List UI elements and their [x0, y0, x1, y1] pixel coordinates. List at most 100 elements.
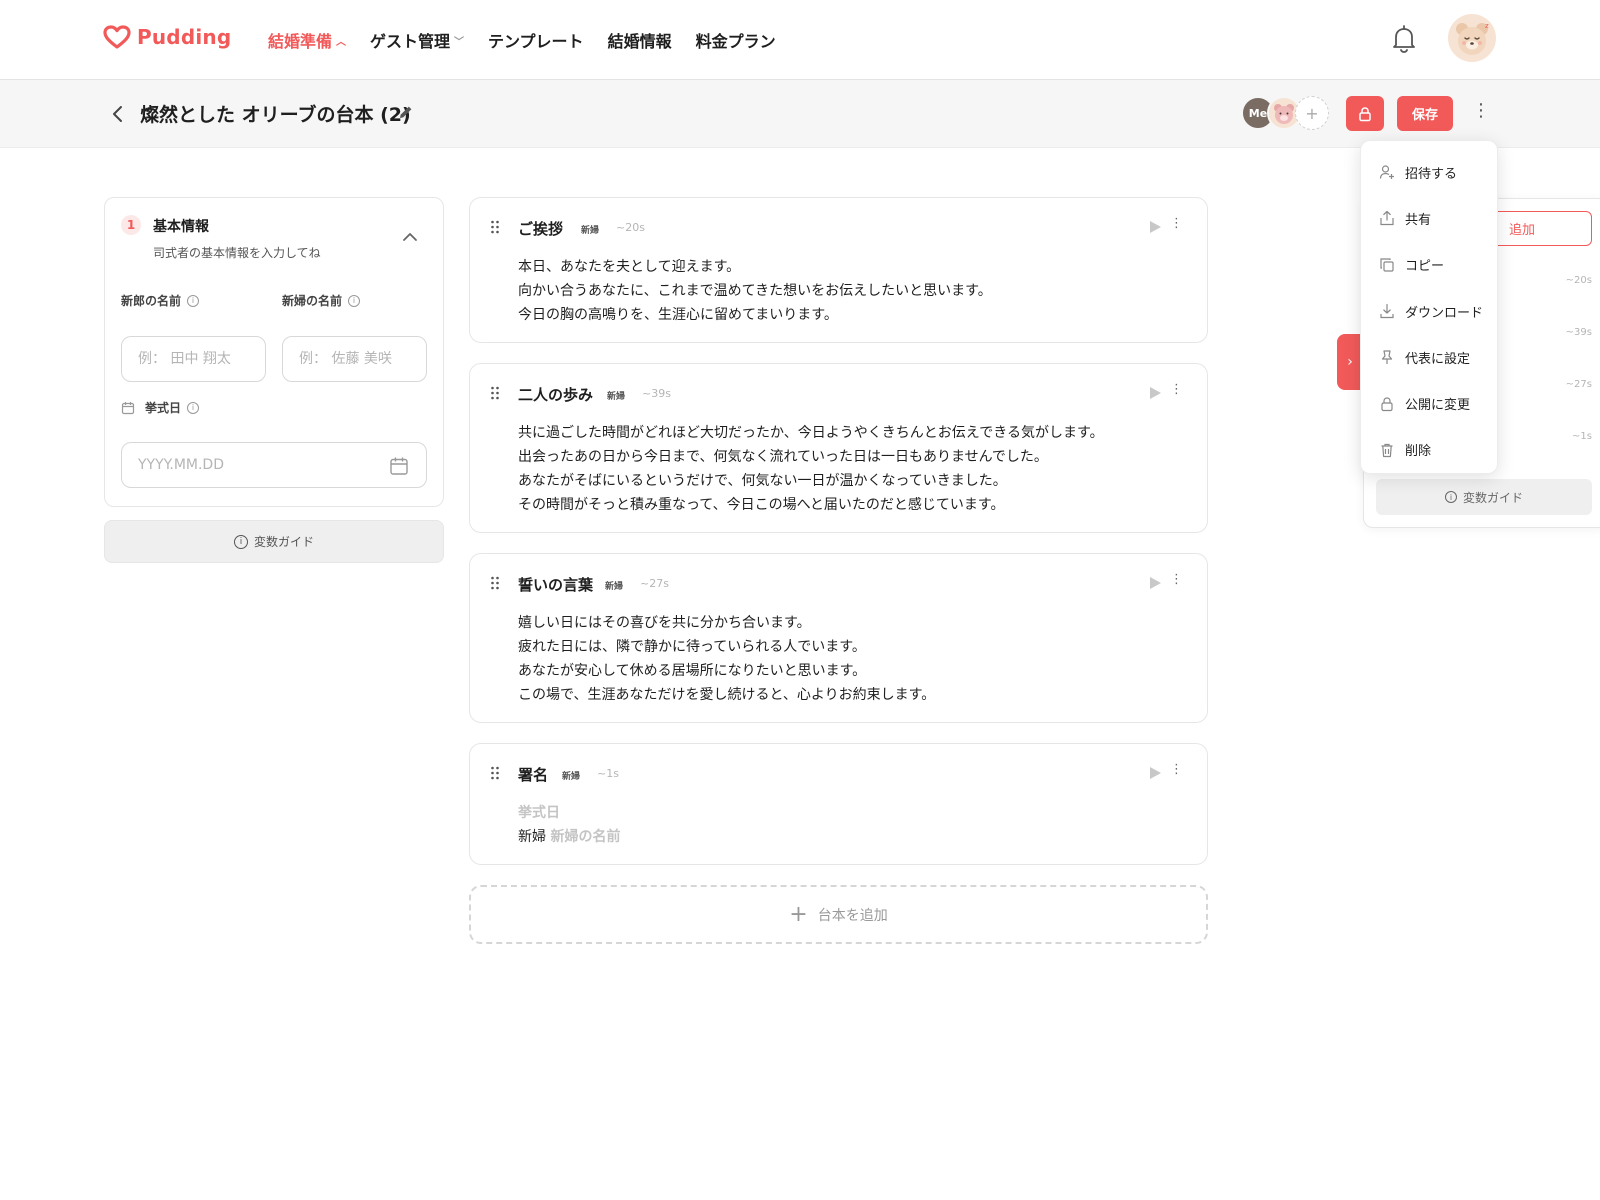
bell-icon[interactable] — [1390, 24, 1418, 54]
more-options-icon[interactable]: ⋮ — [1170, 216, 1183, 236]
menu-item-label: 削除 — [1405, 444, 1432, 460]
nav-item-label: テンプレート — [488, 32, 584, 51]
script-title[interactable]: 署名 — [518, 764, 548, 785]
speaker-tag: 新婦 — [605, 582, 624, 592]
info-icon: i — [233, 534, 248, 549]
variable-guide-label: 変数ガイド — [253, 535, 314, 549]
person-add-icon — [1379, 165, 1394, 180]
duration-label: ~27s — [640, 577, 669, 590]
save-button[interactable]: 保存 — [1397, 96, 1453, 131]
nav-item-wedding-info[interactable]: 結婚情報 — [608, 28, 672, 52]
svg-text:z: z — [1485, 22, 1489, 30]
speaker-tag: 新婦 — [581, 226, 600, 236]
script-body[interactable]: 共に過ごした時間がどれほど大切だったか、今日ようやくきちんとお伝えできる気がしま… — [518, 421, 1104, 517]
script-body[interactable]: 本日、あなたを夫として迎えます。 向かい合うあなたに、これまで温めてきた想いをお… — [518, 255, 992, 327]
calendar-icon[interactable] — [389, 456, 409, 476]
collaborator-list: Me + — [1241, 96, 1329, 130]
script-line: 向かい合うあなたに、これまで温めてきた想いをお伝えしたいと思います。 — [518, 283, 992, 299]
logo-text: Pudding — [137, 25, 232, 49]
chevron-up-icon: ︿ — [336, 36, 347, 48]
pencil-icon[interactable] — [398, 104, 414, 120]
bear-avatar-icon: z — [1456, 22, 1489, 55]
drag-handle-icon[interactable] — [490, 386, 500, 400]
copy-icon — [1380, 258, 1394, 272]
menu-item-delete[interactable]: 削除 — [1361, 427, 1497, 473]
sign-prefix: 新婦 — [518, 829, 546, 845]
add-script-button[interactable]: + 台本を追加 — [469, 885, 1208, 944]
trash-icon — [1381, 443, 1393, 458]
nav-item-wedding-prep[interactable]: 結婚準備 ︿ — [268, 28, 346, 52]
share-icon — [1380, 211, 1394, 226]
script-body[interactable]: 挙式日 新婦 新婦の名前 — [518, 801, 620, 849]
drag-handle-icon[interactable] — [490, 766, 500, 780]
script-body[interactable]: 嬉しい日にはその喜びを共に分かち合います。 疲れた日には、隣で静かに待っていられ… — [518, 611, 935, 707]
script-line: 本日、あなたを夫として迎えます。 — [518, 259, 741, 275]
download-icon — [1380, 303, 1394, 319]
wedding-date-input[interactable] — [121, 442, 427, 488]
menu-item-share[interactable]: 共有 — [1361, 195, 1497, 241]
variable-guide-button[interactable]: i 変数ガイド — [1376, 479, 1592, 515]
script-line: 新婦 新婦の名前 — [518, 825, 620, 849]
lock-icon — [1381, 397, 1393, 411]
lock-button[interactable] — [1346, 96, 1384, 131]
info-icon[interactable]: i — [348, 294, 361, 307]
menu-item-set-representative[interactable]: 代表に設定 — [1361, 334, 1497, 380]
add-collaborator-button[interactable]: + — [1295, 96, 1329, 130]
user-avatar[interactable]: z — [1448, 14, 1496, 62]
menu-item-label: ダウンロード — [1405, 305, 1484, 321]
menu-item-label: コピー — [1405, 259, 1445, 275]
outline-duration: ~20s — [1565, 275, 1592, 286]
menu-item-label: 共有 — [1405, 212, 1432, 228]
play-icon[interactable] — [1148, 386, 1162, 400]
play-icon[interactable] — [1148, 576, 1162, 590]
groom-name-input[interactable] — [121, 336, 266, 382]
more-options-icon[interactable]: ⋮ — [1170, 572, 1183, 592]
collaborator-label: Me — [1248, 106, 1268, 120]
script-card: 誓いの言葉 新婦 ~27s ⋮ 嬉しい日にはその喜びを共に分かち合います。 疲れ… — [469, 553, 1208, 723]
chevron-up-icon[interactable] — [401, 228, 419, 246]
script-line: この場で、生涯あなただけを愛し続けると、心よりお約束します。 — [518, 687, 936, 703]
speaker-tag: 新婦 — [562, 772, 581, 782]
menu-item-invite[interactable]: 招待する — [1361, 149, 1497, 195]
field-label-text: 新郎の名前 — [121, 294, 182, 308]
field-label-text: 挙式日 — [145, 401, 182, 415]
variable-guide-button[interactable]: i 変数ガイド — [104, 520, 444, 563]
play-icon[interactable] — [1148, 766, 1162, 780]
section-title: 基本情報 — [153, 219, 209, 235]
script-line: 嬉しい日にはその喜びを共に分かち合います。 — [518, 615, 811, 631]
drag-handle-icon[interactable] — [490, 220, 500, 234]
info-icon[interactable]: i — [187, 294, 200, 307]
info-icon: i — [1444, 491, 1457, 503]
wedding-date-variable: 挙式日 — [518, 805, 560, 821]
duration-label: ~1s — [597, 767, 619, 780]
chevron-down-icon: ﹀ — [454, 36, 465, 48]
nav-item-pricing[interactable]: 料金プラン — [696, 28, 776, 52]
wedding-date-label: 挙式日 i — [145, 399, 200, 416]
duration-label: ~39s — [642, 387, 671, 400]
menu-item-copy[interactable]: コピー — [1361, 242, 1497, 288]
menu-item-make-public[interactable]: 公開に変更 — [1361, 380, 1497, 426]
bride-name-input[interactable] — [282, 336, 427, 382]
main-nav: 結婚準備 ︿ ゲスト管理 ﹀ テンプレート 結婚情報 料金プラン — [268, 0, 776, 80]
info-icon[interactable]: i — [187, 401, 200, 414]
outline-duration: ~1s — [1572, 431, 1592, 442]
drag-handle-icon[interactable] — [490, 576, 500, 590]
script-title[interactable]: ご挨拶 — [518, 218, 563, 239]
more-options-icon[interactable]: ⋮ — [1472, 100, 1490, 126]
outline-duration: ~39s — [1565, 327, 1592, 338]
groom-name-label: 新郎の名前 i — [121, 292, 200, 309]
more-options-icon[interactable]: ⋮ — [1170, 762, 1183, 782]
nav-item-guest-management[interactable]: ゲスト管理 ﹀ — [370, 28, 464, 52]
logo[interactable]: Pudding — [103, 25, 231, 49]
script-title[interactable]: 誓いの言葉 — [518, 574, 593, 595]
play-icon[interactable] — [1148, 220, 1162, 234]
variable-guide-label: 変数ガイド — [1462, 490, 1523, 505]
script-title[interactable]: 二人の歩み — [518, 384, 593, 405]
menu-item-download[interactable]: ダウンロード — [1361, 288, 1497, 334]
step-badge: 1 — [121, 215, 141, 235]
document-title[interactable]: 燦然とした オリーブの台本 (2) — [140, 100, 411, 127]
back-arrow-icon[interactable] — [108, 102, 128, 126]
nav-item-templates[interactable]: テンプレート — [488, 28, 584, 52]
document-header: 燦然とした オリーブの台本 (2) Me + 保存 ⋮ — [0, 80, 1600, 148]
more-options-icon[interactable]: ⋮ — [1170, 382, 1183, 402]
